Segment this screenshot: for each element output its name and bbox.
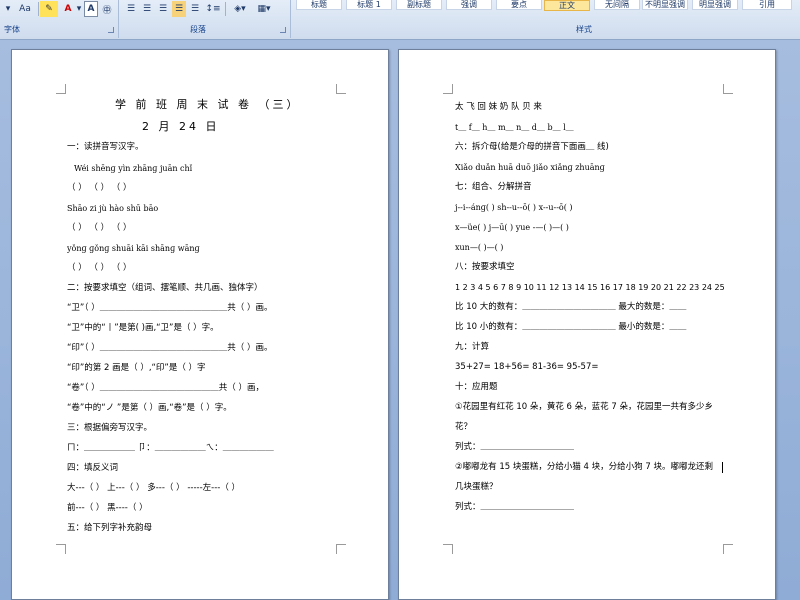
question-line: “卫”中的“丨”是第( )画,“卫”是（ ）字。 bbox=[67, 323, 219, 333]
question-line: “卷”中的“ノ ”是第（ ）画,“卷”是（ ）字。 bbox=[67, 403, 232, 413]
align-center-icon[interactable]: ☰ bbox=[140, 1, 154, 17]
font-color-dropdown-icon[interactable]: ▾ bbox=[76, 1, 82, 17]
margin-corner-mark bbox=[336, 544, 346, 554]
align-right-icon[interactable]: ☰ bbox=[156, 1, 170, 17]
font-dialog-launcher-icon[interactable] bbox=[108, 27, 114, 33]
question-line: “印”（ ）＿＿＿＿＿＿＿＿＿＿＿＿＿＿＿共（ ）画。 bbox=[67, 343, 273, 353]
section-heading: 三：根据偏旁写汉字。 bbox=[67, 423, 153, 433]
ribbon: ▾ Aa ✎ A ▾ A ㊥ ☰ ☰ ☰ ☰ ☰ ↕≡ ◈▾ ▦▾ 标题 标题 … bbox=[0, 0, 800, 40]
style-heading[interactable]: 标题 bbox=[296, 0, 342, 10]
question-line: 比 10 小的数有：＿＿＿＿＿＿＿＿＿＿＿ 最小的数是：＿＿ bbox=[455, 322, 687, 332]
character-row: 太 飞 回 妹 奶 队 贝 来 bbox=[455, 102, 542, 112]
margin-corner-mark bbox=[443, 544, 453, 554]
text-cursor bbox=[722, 462, 723, 473]
pinyin-line: yǒnɡ ɡǒnɡ shuāi kāi shānɡ wānɡ bbox=[67, 244, 200, 253]
justify-icon[interactable]: ☰ bbox=[172, 1, 186, 17]
section-heading: 四：填反义词 bbox=[67, 463, 119, 473]
section-heading: 二：按要求填空（组词、摆笔顺、共几画、独体字） bbox=[67, 283, 263, 293]
pinyin-line: Shāo zi jù hào shū bāo bbox=[67, 204, 159, 213]
style-heading-1[interactable]: 标题 1 bbox=[346, 0, 392, 10]
char-border-icon[interactable]: A bbox=[84, 1, 98, 17]
question-line: ㄇ：＿＿＿＿＿＿ 卩：＿＿＿＿＿＿ㄟ：＿＿＿＿＿＿ bbox=[67, 443, 274, 453]
style-normal[interactable]: 正文 bbox=[544, 0, 590, 11]
styles-group-label: 样式 bbox=[576, 25, 592, 34]
borders-icon[interactable]: ▦▾ bbox=[254, 1, 274, 17]
enclose-char-icon[interactable]: ㊥ bbox=[100, 1, 114, 17]
section-heading: 五：给下列字补充韵母 bbox=[67, 523, 153, 533]
word-problem-line: ②嘟嘟龙有 15 块蛋糕，分给小猫 4 块，分给小狗 7 块。嘟嘟龙还剩 bbox=[455, 462, 713, 472]
section-heading: 七：组合、分解拼音 bbox=[455, 182, 532, 192]
number-sequence: 1 2 3 4 5 6 7 8 9 10 11 12 13 14 15 16 1… bbox=[455, 283, 725, 292]
question-line: 前---（ ） 黑----（ ） bbox=[67, 503, 148, 513]
ribbon-group-labels: 字体 段落 样式 bbox=[0, 24, 800, 38]
highlight-icon[interactable]: ✎ bbox=[40, 1, 58, 17]
margin-corner-mark bbox=[723, 84, 733, 94]
font-color-button[interactable]: A bbox=[60, 1, 76, 17]
answer-brackets-line: （ ） （ ） （ ） bbox=[67, 263, 132, 273]
word-problem-line: 花？ bbox=[455, 422, 473, 432]
section-heading: 八：按要求填空 bbox=[455, 262, 515, 272]
formula-line: 列式：＿＿＿＿＿＿＿＿＿＿＿ bbox=[455, 502, 575, 512]
style-no-spacing[interactable]: 无间隔 bbox=[594, 0, 640, 10]
margin-corner-mark bbox=[723, 544, 733, 554]
document-workspace[interactable]: 学 前 班 周 末 试 卷 （三） 2 月 24 日 一：读拼音写汉字。 Wéi… bbox=[0, 40, 800, 600]
section-heading: 一：读拼音写汉字。 bbox=[67, 142, 144, 152]
margin-corner-mark bbox=[443, 84, 453, 94]
pinyin-line: j--i--ánɡ( ) sh--u--ō( ) x--u--ō( ) bbox=[455, 203, 573, 212]
paragraph-dialog-launcher-icon[interactable] bbox=[280, 27, 286, 33]
section-heading: 十：应用题 bbox=[455, 382, 498, 392]
word-problem-line: ①花园里有红花 10 朵，黄花 6 朵，蓝花 7 朵，花园里一共有多少乡 bbox=[455, 402, 713, 412]
margin-corner-mark bbox=[56, 544, 66, 554]
arithmetic-line: 35+27= 18+56= 81-36= 95-57= bbox=[455, 362, 599, 372]
style-emphasis[interactable]: 强调 bbox=[446, 0, 492, 10]
pinyin-line: Xiǎo duǎn huā duō jiǎo xiǎnɡ zhuānɡ bbox=[455, 163, 605, 172]
align-left-icon[interactable]: ☰ bbox=[124, 1, 138, 17]
style-quote[interactable]: 引用 bbox=[742, 0, 792, 10]
document-page-left[interactable]: 学 前 班 周 末 试 卷 （三） 2 月 24 日 一：读拼音写汉字。 Wéi… bbox=[11, 49, 389, 600]
pinyin-line: Wéi shēnɡ yìn zhānɡ juān chǐ bbox=[74, 164, 193, 173]
shading-icon[interactable]: ◈▾ bbox=[230, 1, 250, 17]
word-problem-line: 几块蛋糕？ bbox=[455, 482, 498, 492]
question-line: 大---（ ） 上---（ ） 多---（ ） -----左---（ ） bbox=[67, 483, 241, 493]
margin-corner-mark bbox=[336, 84, 346, 94]
distributed-icon[interactable]: ☰ bbox=[188, 1, 202, 17]
question-line: 比 10 大的数有：＿＿＿＿＿＿＿＿＿＿＿ 最大的数是：＿＿ bbox=[455, 302, 687, 312]
answer-brackets-line: （ ） （ ） （ ） bbox=[67, 183, 132, 193]
change-case-button[interactable]: Aa bbox=[14, 1, 36, 17]
style-subtle-emphasis[interactable]: 不明显强调 bbox=[642, 0, 688, 10]
document-page-right[interactable]: 太 飞 回 妹 奶 队 贝 来 t＿ f＿ h＿ m＿ n＿ d＿ b＿ l＿ … bbox=[398, 49, 776, 600]
page-title: 学 前 班 周 末 试 卷 （三） bbox=[115, 98, 301, 111]
pinyin-line: xun—( )—( ) bbox=[455, 243, 504, 252]
font-group-label: 字体 bbox=[4, 25, 20, 34]
formula-line: 列式：＿＿＿＿＿＿＿＿＿＿＿ bbox=[455, 442, 575, 452]
line-spacing-icon[interactable]: ↕≡ bbox=[204, 1, 222, 17]
font-size-dropdown-icon[interactable]: ▾ bbox=[4, 1, 12, 17]
paragraph-group-label: 段落 bbox=[190, 25, 206, 34]
style-strong[interactable]: 要点 bbox=[496, 0, 542, 10]
margin-corner-mark bbox=[56, 84, 66, 94]
style-subtitle[interactable]: 副标题 bbox=[396, 0, 442, 10]
question-line: “卫”（ ）＿＿＿＿＿＿＿＿＿＿＿＿＿＿＿共（ ）画。 bbox=[67, 303, 273, 313]
question-line: “卷”（ ）＿＿＿＿＿＿＿＿＿＿＿＿＿＿共（ ）画， bbox=[67, 383, 264, 393]
answer-brackets-line: （ ） （ ） （ ） bbox=[67, 223, 132, 233]
section-heading: 九：计算 bbox=[455, 342, 490, 352]
page-date: 2 月 24 日 bbox=[142, 120, 220, 133]
pinyin-line: x—üe( ) j—ū( ) yue -—( )—( ) bbox=[455, 223, 569, 232]
initials-row: t＿ f＿ h＿ m＿ n＿ d＿ b＿ l＿ bbox=[455, 123, 574, 132]
section-heading: 六：拆介母(给是介母的拼音下面画＿ 线) bbox=[455, 142, 609, 152]
question-line: “印”的第 2 画是（ ）,“印”是（ ）字 bbox=[67, 363, 206, 373]
style-intense-emphasis[interactable]: 明显强调 bbox=[692, 0, 738, 10]
